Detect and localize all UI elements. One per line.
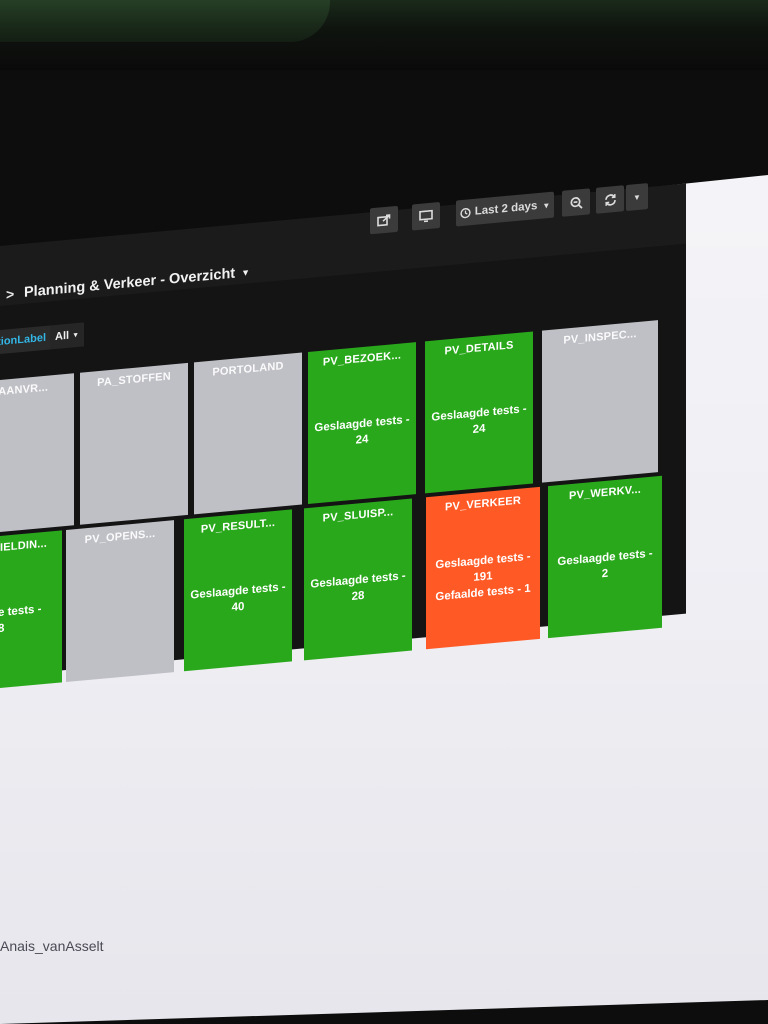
panel-title: PV_VERKEER	[445, 494, 521, 514]
panel-title: PV_RESULT...	[200, 516, 276, 536]
status-panel-pv-inspec[interactable]: PV_INSPEC...	[542, 320, 658, 483]
panel-value: Geslaagde tests - 2	[557, 546, 652, 587]
panel-title: PV_OPENS...	[84, 527, 156, 547]
panel-title: PV_DETAILS	[444, 339, 514, 358]
share-icon	[377, 214, 391, 227]
clock-icon	[460, 207, 471, 218]
status-panel-aanvr[interactable]: _AANVR...	[0, 373, 74, 536]
variable-dropdown[interactable]: All ▼	[50, 322, 84, 350]
panel-title: PV_SLUISP...	[322, 506, 394, 525]
status-panel-pv-verkeer[interactable]: PV_VERKEER Geslaagde tests - 191 Gefaald…	[426, 486, 540, 650]
panel-title: _AANVR...	[0, 381, 49, 399]
status-panel-pv-result[interactable]: PV_RESULT... Geslaagde tests - 40	[184, 509, 292, 672]
refresh-button[interactable]	[596, 185, 624, 214]
status-panel-pv-opens[interactable]: PV_OPENS...	[66, 520, 174, 682]
status-panel-portoland[interactable]: PORTOLAND	[194, 352, 302, 515]
grafana-dashboard: > Planning & Verkeer - Overzicht ▼ Last 2…	[0, 127, 690, 700]
panel-value: Geslaagde tests - 40	[190, 579, 285, 620]
panel-value: Geslaagde tests - 24	[431, 401, 526, 442]
presenter-watermark: Anais_vanAsselt	[0, 938, 104, 954]
refresh-interval-dropdown[interactable]: ▼	[626, 183, 648, 212]
panel-title: PORTOLAND	[212, 360, 284, 379]
caret-down-icon: ▼	[241, 267, 251, 279]
panel-title: PV_BEZOEK...	[322, 349, 402, 369]
breadcrumb-chevron-icon[interactable]: >	[6, 286, 14, 303]
panel-value: Geslaagde tests - 28	[310, 568, 405, 609]
variable-label: tionLabel	[0, 325, 50, 354]
status-panel-meldin[interactable]: IELDIN... e tests - 8	[0, 530, 62, 689]
panel-title: PA_STOFFEN	[97, 370, 171, 390]
panel-value: Geslaagde tests - 191 Gefaalde tests - 1	[435, 549, 530, 606]
status-panel-pa-stoffen[interactable]: PA_STOFFEN	[80, 362, 188, 525]
caret-down-icon: ▼	[72, 331, 79, 339]
refresh-icon	[604, 193, 616, 206]
caret-down-icon: ▼	[542, 200, 551, 211]
variable-value: All	[55, 329, 70, 343]
status-panel-pv-sluisp[interactable]: PV_SLUISP... Geslaagde tests - 28	[304, 498, 412, 661]
share-button[interactable]	[370, 205, 398, 235]
tv-mode-button[interactable]	[412, 201, 440, 231]
zoom-out-button[interactable]	[562, 188, 590, 217]
panel-value: Geslaagde tests - 24	[314, 412, 409, 453]
panel-title: IELDIN...	[0, 537, 48, 554]
status-panel-pv-bezoek[interactable]: PV_BEZOEK... Geslaagde tests - 24	[308, 342, 416, 504]
zoom-out-icon	[569, 196, 583, 209]
panel-title: PV_WERKV...	[568, 483, 642, 503]
status-panel-pv-details[interactable]: PV_DETAILS Geslaagde tests - 24	[425, 331, 533, 494]
monitor-icon	[419, 209, 433, 223]
status-panel-pv-werkv[interactable]: PV_WERKV... Geslaagde tests - 2	[548, 475, 662, 639]
room-light	[0, 0, 330, 42]
time-range-label: Last 2 days	[474, 200, 538, 218]
caret-down-icon: ▼	[633, 192, 641, 202]
panel-value: e tests - 8	[0, 601, 41, 637]
panel-title: PV_INSPEC...	[563, 328, 637, 347]
